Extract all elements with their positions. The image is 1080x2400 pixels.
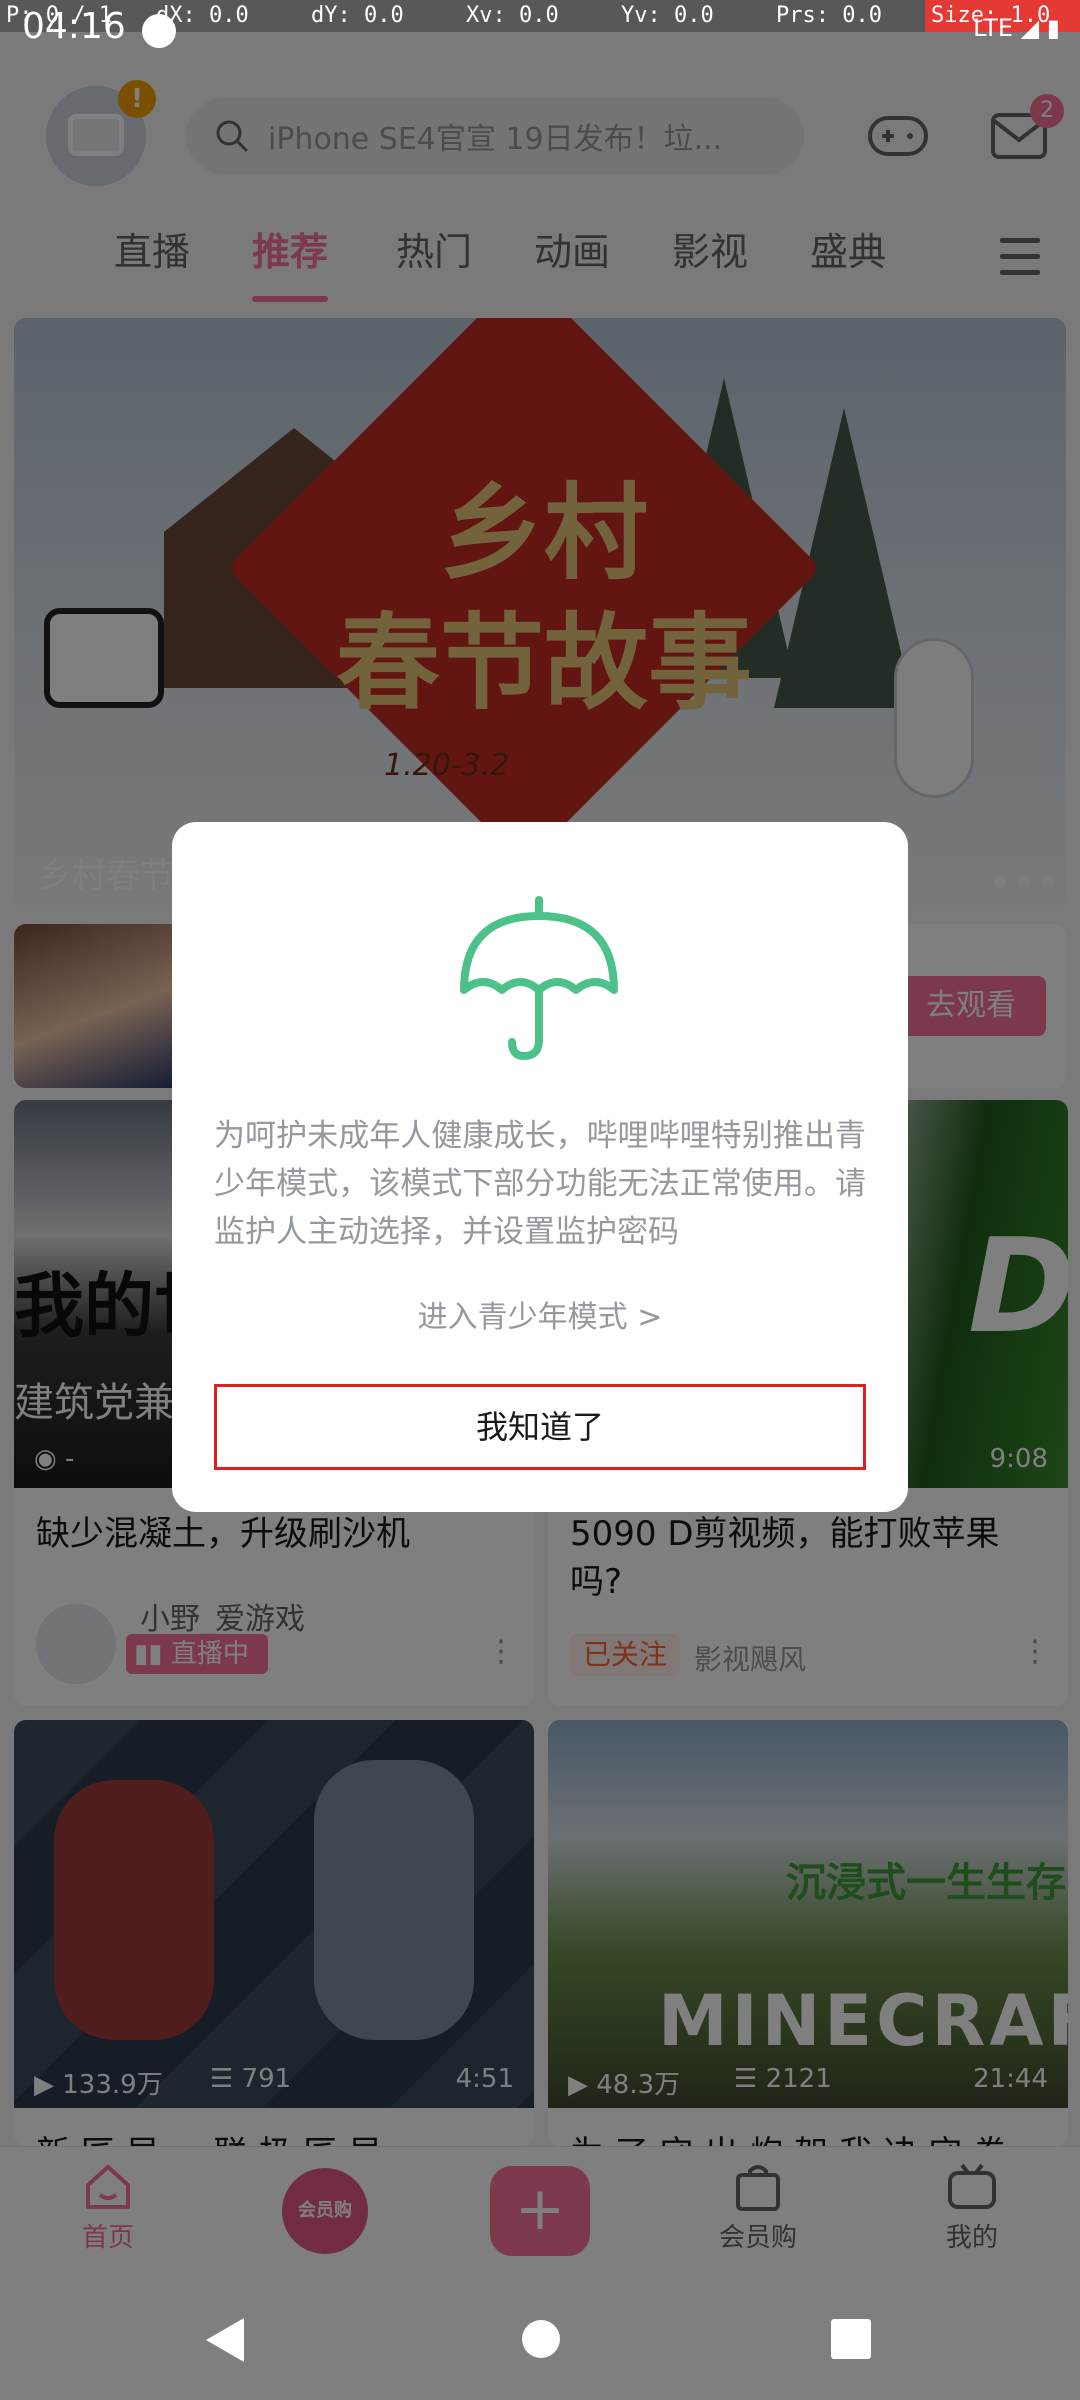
home-circle-icon[interactable]: [520, 2318, 562, 2360]
signal-icon: ◢: [1020, 14, 1040, 42]
status-notification-icon: [142, 14, 176, 48]
network-label: LTE: [973, 14, 1014, 42]
recents-icon[interactable]: [830, 2318, 872, 2360]
back-icon[interactable]: [204, 2316, 246, 2364]
battery-icon: ▮: [1046, 14, 1060, 42]
debug-xv: Xv: 0.0: [466, 3, 559, 28]
dialog-message: 为呵护未成年人健康成长，哔哩哔哩特别推出青少年模式，该模式下部分功能无法正常使用…: [214, 1118, 866, 1250]
status-network: LTE ◢ ▮: [973, 14, 1060, 42]
debug-prs: Prs: 0.0: [776, 3, 882, 28]
debug-dy: dY: 0.0: [311, 3, 404, 28]
enter-teen-mode-link[interactable]: 进入青少年模式 >: [172, 1292, 908, 1336]
teen-mode-dialog: 为呵护未成年人健康成长，哔哩哔哩特别推出青少年模式，该模式下部分功能无法正常使用…: [172, 822, 908, 1512]
status-time: 04:16: [22, 6, 126, 47]
debug-yv: Yv: 0.0: [621, 3, 714, 28]
umbrella-icon: [460, 896, 618, 1061]
got-it-button[interactable]: 我知道了: [214, 1384, 866, 1470]
